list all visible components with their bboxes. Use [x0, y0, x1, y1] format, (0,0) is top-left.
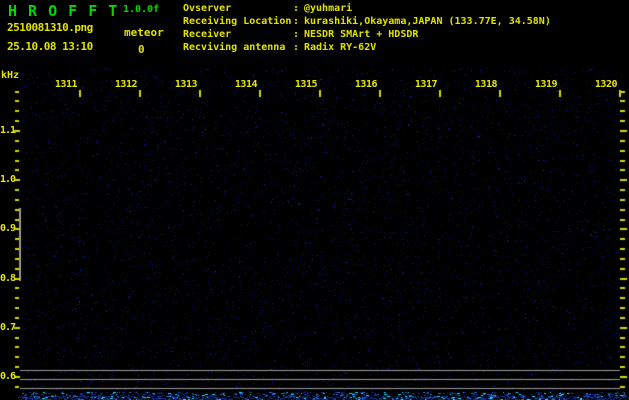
station-info-label: Receiving Location	[183, 16, 292, 27]
time-tick-label: 1318	[474, 79, 498, 90]
app-version: 1.0.0f	[123, 4, 160, 15]
station-info-row: Receiving Location: kurashiki,Okayama,JAP…	[183, 15, 551, 28]
station-info-label: Recviving antenna	[183, 42, 286, 53]
frequency-tick-label: 1.1	[0, 125, 16, 136]
time-tick-label: 1314	[234, 79, 258, 90]
meteor-count-value: 0	[138, 43, 145, 56]
frequency-tick-label: 0.6	[0, 371, 16, 382]
station-info-value: kurashiki,Okayama,JAPAN (133.77E, 34.58N…	[304, 16, 551, 27]
timestamp: 25.10.08 13:10	[7, 40, 93, 53]
station-info-colon: :	[293, 3, 300, 14]
station-info-value: Radix RY-62V	[304, 42, 377, 53]
hrofft-window: H R O F F T 1.0.0f 2510081310.png meteor…	[0, 0, 629, 400]
frequency-tick-label: 0.9	[0, 223, 16, 234]
app-title: H R O F F T	[8, 2, 119, 20]
time-tick-label: 1317	[414, 79, 438, 90]
station-info-row: Receiver: NESDR SMArt + HDSDR	[183, 28, 551, 41]
station-info-value: @yuhmari	[304, 3, 353, 14]
station-info-label: Receiver	[183, 29, 232, 40]
time-tick-label: 1316	[354, 79, 378, 90]
time-tick-label: 1311	[54, 79, 78, 90]
station-info-colon: :	[293, 29, 300, 40]
station-info-value: NESDR SMArt + HDSDR	[304, 29, 419, 40]
time-tick-label: 1313	[174, 79, 198, 90]
time-tick-label: 1312	[114, 79, 138, 90]
station-info-row: Ovserver: @yuhmari	[183, 2, 551, 15]
time-tick-label: 1320	[594, 79, 618, 90]
frequency-axis-unit: kHz	[1, 70, 20, 81]
station-info-label: Ovserver	[183, 3, 232, 14]
spectrogram-canvas	[0, 0, 629, 400]
station-info-colon: :	[293, 16, 300, 27]
station-info-row: Recviving antenna: Radix RY-62V	[183, 41, 551, 54]
frequency-tick-label: 0.7	[0, 322, 16, 333]
meteor-count-label: meteor	[124, 26, 164, 39]
frequency-tick-label: 0.8	[0, 273, 16, 284]
time-tick-label: 1319	[534, 79, 558, 90]
frequency-tick-label: 1.0	[0, 174, 16, 185]
time-tick-label: 1315	[294, 79, 318, 90]
station-info-colon: :	[293, 42, 300, 53]
station-info-block: Ovserver: @yuhmari Receiving Location: kura…	[183, 2, 551, 54]
output-filename: 2510081310.png	[7, 21, 93, 34]
